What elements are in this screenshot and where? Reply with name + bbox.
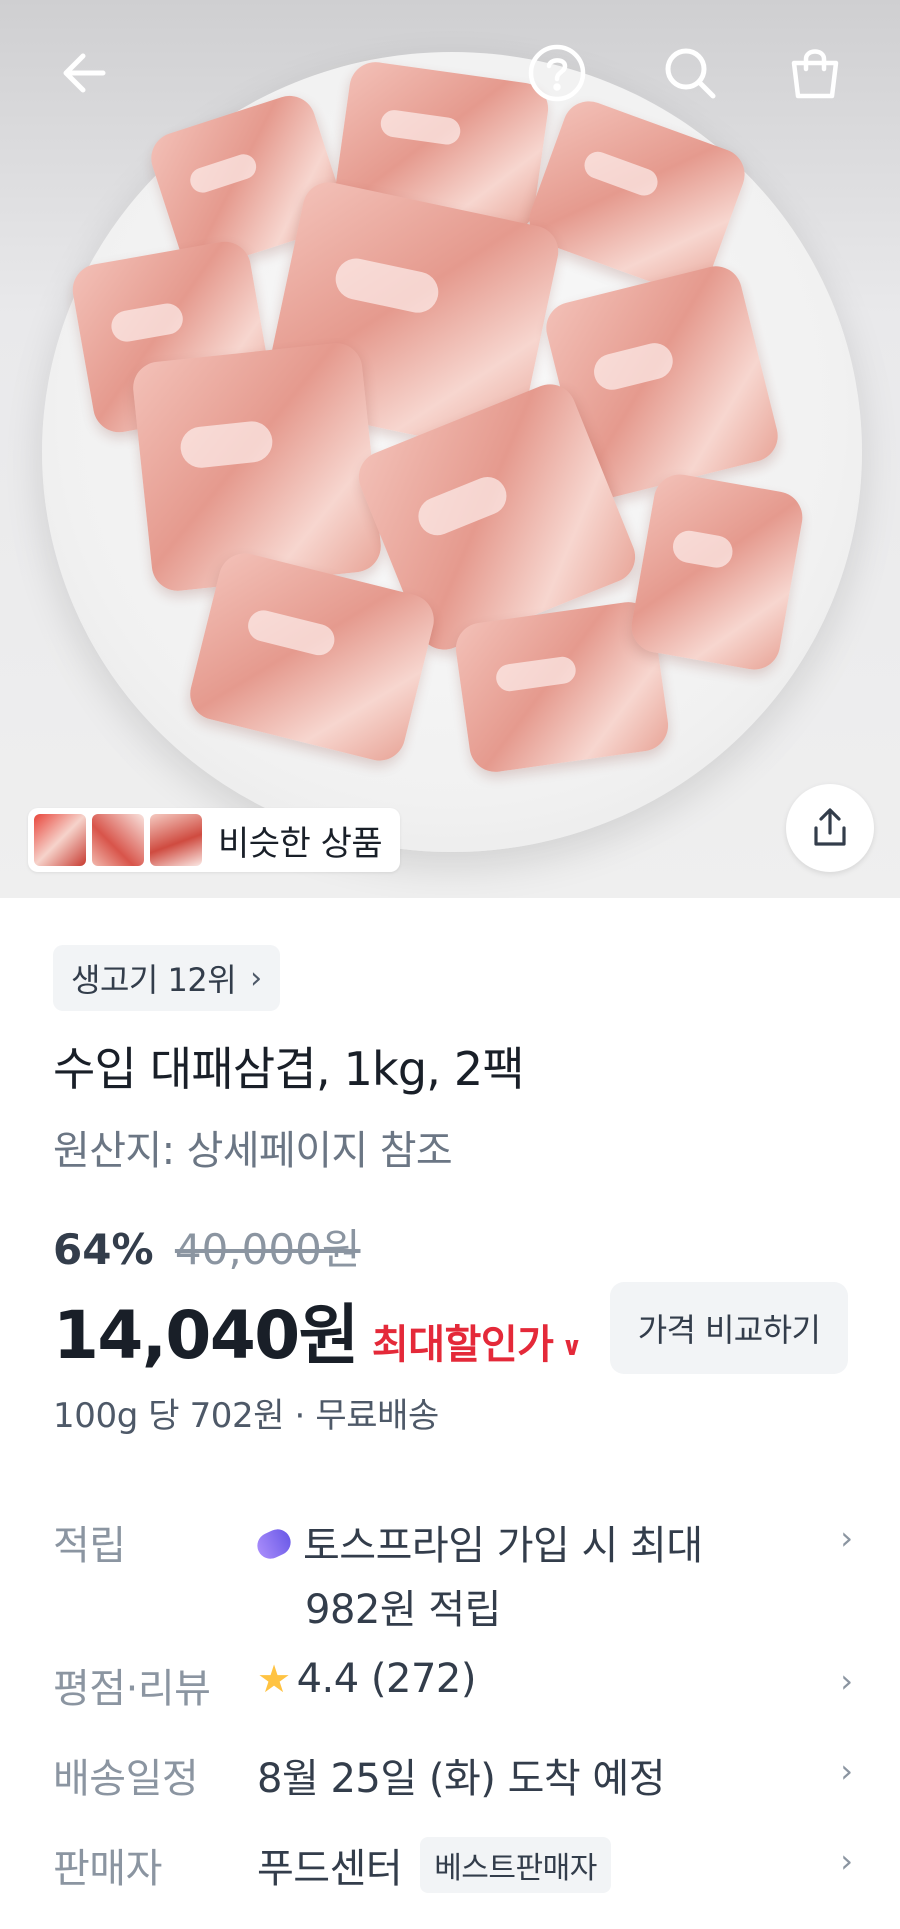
chevron-right-icon: › [840, 1662, 853, 1700]
back-arrow-icon[interactable] [50, 38, 120, 108]
star-icon: ★ [257, 1657, 291, 1701]
category-rank-chip[interactable]: 생고기 12위 › [53, 945, 280, 1011]
delivery-row[interactable]: 배송일정 8월 25일 (화) 도착 예정 › [53, 1746, 853, 1806]
similar-products-button[interactable]: 비슷한 상품 [28, 808, 401, 872]
top-navigation-bar [0, 0, 900, 140]
points-line-1: 토스프라임 가입 시 최대 [303, 1523, 703, 1569]
seller-row[interactable]: 판매자 푸드센터 베스트판매자 › [53, 1836, 853, 1906]
seller-name: 푸드센터 [257, 1846, 403, 1892]
original-price: 40,000원 [174, 1225, 361, 1274]
shopping-bag-icon[interactable] [780, 38, 850, 108]
rating-row[interactable]: 평점·리뷰 ★ 4.4 (272) › [53, 1656, 853, 1716]
discount-rate: 64% [53, 1225, 154, 1274]
similar-product-thumbnail [150, 814, 202, 866]
max-discount-label: 최대할인가 [371, 1322, 554, 1368]
best-seller-badge: 베스트판매자 [420, 1837, 611, 1893]
rating-value: ★ 4.4 (272) [257, 1656, 476, 1702]
review-count: (272) [370, 1656, 477, 1702]
product-origin: 원산지: 상세페이지 참조 [53, 1128, 453, 1174]
question-circle-icon[interactable] [522, 38, 592, 108]
category-rank-label: 생고기 12위 [71, 961, 237, 999]
points-line-2: 982원 적립 [305, 1587, 501, 1633]
chevron-down-icon: ∨ [561, 1332, 583, 1362]
sale-price: 14,040원 [53, 1297, 359, 1374]
similar-products-label: 비슷한 상품 [218, 823, 383, 864]
search-icon[interactable] [655, 38, 725, 108]
toss-prime-pill-icon [253, 1525, 295, 1563]
points-label: 적립 [53, 1523, 126, 1569]
product-info: 생고기 12위 › 수입 대패삼겹, 1kg, 2팩 원산지: 상세페이지 참조… [0, 898, 900, 1929]
chevron-right-icon: › [840, 1519, 853, 1557]
rating-score: 4.4 [296, 1656, 360, 1702]
chevron-right-icon: › [250, 960, 262, 996]
chevron-right-icon: › [840, 1752, 853, 1790]
product-title: 수입 대패삼겹, 1kg, 2팩 [53, 1042, 525, 1096]
chevron-right-icon: › [840, 1842, 853, 1880]
meat-slice [627, 470, 807, 674]
share-button[interactable] [786, 784, 874, 872]
product-image[interactable]: 비슷한 상품 [0, 0, 900, 898]
delivery-value: 8월 25일 (화) 도착 예정 [257, 1756, 666, 1802]
discount-row: 64% 40,000원 [53, 1216, 361, 1277]
similar-product-thumbnail [34, 814, 86, 866]
rating-label: 평점·리뷰 [53, 1666, 211, 1712]
share-icon [814, 808, 846, 846]
seller-value: 푸드센터 베스트판매자 [257, 1836, 611, 1894]
max-discount-dropdown[interactable]: 최대할인가 ∨ [371, 1312, 583, 1370]
points-row[interactable]: 적립 토스프라임 가입 시 최대 982원 적립 › [53, 1513, 853, 1633]
plate-image [42, 52, 862, 852]
points-value: 토스프라임 가입 시 최대 [253, 1513, 703, 1571]
unit-price-shipping: 100g 당 702원 · 무료배송 [53, 1396, 439, 1436]
seller-label: 판매자 [53, 1846, 162, 1892]
delivery-label: 배송일정 [53, 1756, 199, 1802]
price-row: 14,040원 최대할인가 ∨ [53, 1282, 583, 1378]
price-compare-button[interactable]: 가격 비교하기 [610, 1282, 848, 1374]
similar-product-thumbnail [92, 814, 144, 866]
